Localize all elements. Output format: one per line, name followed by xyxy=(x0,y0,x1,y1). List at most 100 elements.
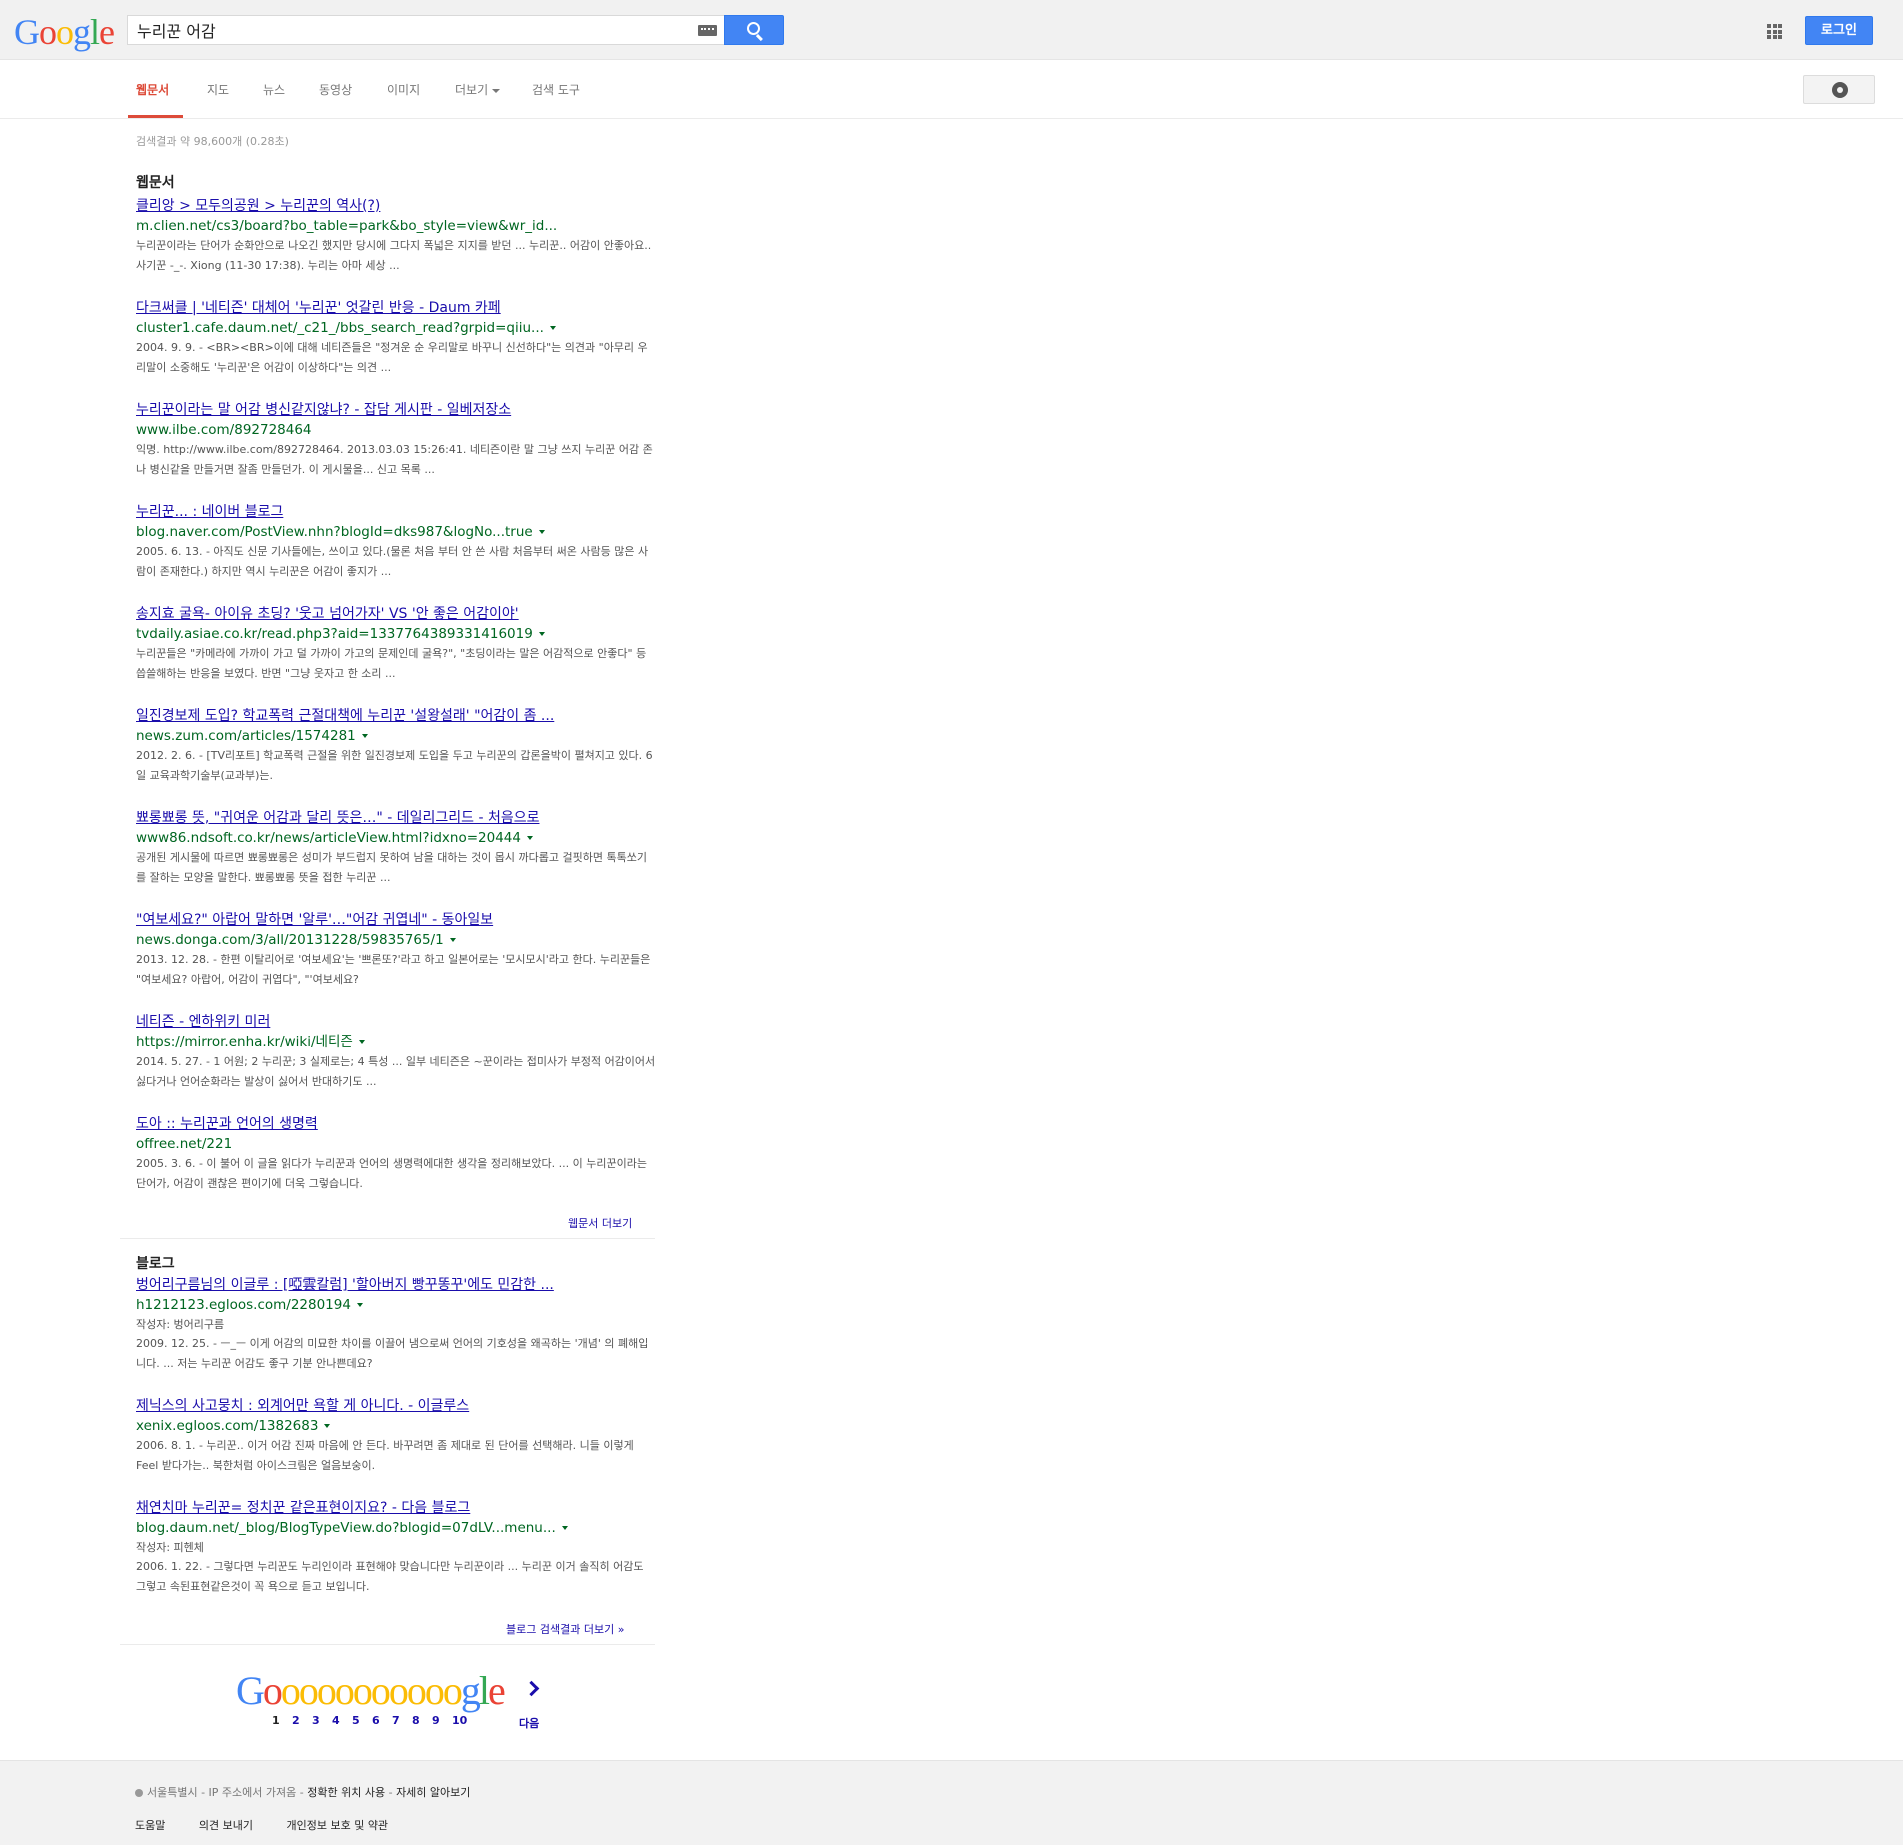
result-title-link[interactable]: 벙어리구름님의 이글루 : [啞雲칼럼] '할아버지 빵꾸똥꾸'에도 민감한 .… xyxy=(136,1275,656,1295)
tab-web[interactable]: 웹문서 xyxy=(136,81,169,98)
result-title-link[interactable]: 누리꾼이라는 말 어감 병신같지않냐? - 잡담 게시판 - 일베저장소 xyxy=(136,400,656,420)
tab-more[interactable]: 더보기 xyxy=(455,81,501,98)
caret-down-icon[interactable] xyxy=(361,734,368,738)
result-title-link[interactable]: 클리앙 > 모두의공원 > 누리꾼의 역사(?) xyxy=(136,196,656,216)
caret-down-icon xyxy=(492,88,501,93)
pagination-logo-letter: o xyxy=(388,1668,409,1713)
more-blog-link[interactable]: 블로그 검색결과 더보기 » xyxy=(506,1621,624,1637)
result-url: www86.ndsoft.co.kr/news/articleView.html… xyxy=(136,828,656,848)
caret-down-icon[interactable] xyxy=(549,326,556,330)
result-title-link[interactable]: 채연치마 누리꾼= 정치꾼 같은표현이지요? - 다음 블로그 xyxy=(136,1498,656,1518)
caret-down-icon[interactable] xyxy=(358,1040,365,1044)
google-logo[interactable]: Google xyxy=(14,12,115,52)
page-number-link[interactable]: 3 xyxy=(312,1714,332,1727)
footer-link-privacy[interactable]: 개인정보 보호 및 약관 xyxy=(286,1819,388,1832)
page-number-link[interactable]: 8 xyxy=(412,1714,432,1727)
result-stats: 검색결과 약 98,600개 (0.28초) xyxy=(136,135,289,148)
page-number-link[interactable]: 6 xyxy=(372,1714,392,1727)
result-url: offree.net/221 xyxy=(136,1134,656,1154)
result-snippet: 공개된 게시물에 따르면 뾰롱뾰롱은 성미가 부드럽지 못하여 남을 대하는 것… xyxy=(136,851,647,884)
result-title-link[interactable]: 네티즌 - 엔하위키 미러 xyxy=(136,1012,656,1032)
pagination-logo-letter: o xyxy=(262,1668,283,1713)
result-snippet: 2013. 12. 28. - 한편 이탈리어로 '여보세요'는 '쁘론또?'라… xyxy=(136,953,651,986)
page-number-link[interactable]: 5 xyxy=(352,1714,372,1727)
precise-location-link[interactable]: 정확한 위치 사용 xyxy=(307,1786,385,1799)
caret-down-icon[interactable] xyxy=(356,1303,363,1307)
caret-down-icon[interactable] xyxy=(561,1526,568,1530)
pagination-logo: Gooooooooooogle xyxy=(236,1667,506,1715)
result-title-link[interactable]: 송지효 굴욕- 아이유 초딩? '웃고 넘어가자' VS '안 좋은 어감이야' xyxy=(136,604,656,624)
result-url: news.zum.com/articles/1574281 xyxy=(136,726,656,746)
page-number-link[interactable]: 2 xyxy=(292,1714,312,1727)
result-url-text: tvdaily.asiae.co.kr/read.php3?aid=133776… xyxy=(136,626,533,642)
keyboard-icon[interactable] xyxy=(698,25,717,36)
tab-videos[interactable]: 동영상 xyxy=(319,81,352,98)
result-url-text: news.zum.com/articles/1574281 xyxy=(136,728,356,744)
result-snippet: 2005. 6. 13. - 아직도 신문 기사들에는, 쓰이고 있다.(물론 … xyxy=(136,545,649,578)
result-author: 작성자: 벙어리구름 xyxy=(136,1318,225,1331)
search-result: 누리꾼... : 네이버 블로그 blog.naver.com/PostView.… xyxy=(136,502,656,581)
section-title-blog: 블로그 xyxy=(136,1256,175,1272)
settings-button[interactable] xyxy=(1803,75,1875,104)
footer-link-help[interactable]: 도움말 xyxy=(135,1819,165,1832)
next-page-link[interactable]: 다음 xyxy=(519,1715,539,1731)
result-snippet: 2005. 3. 6. - 이 불어 이 글을 읽다가 누리꾼과 언어의 생명력… xyxy=(136,1157,647,1190)
pagination-logo-letter: o xyxy=(442,1668,463,1713)
search-box[interactable] xyxy=(127,15,725,45)
tab-more-label: 더보기 xyxy=(455,83,489,97)
result-title-link[interactable]: "여보세요?" 아랍어 말하면 '알루'…"어감 귀엽네" - 동아일보 xyxy=(136,910,656,930)
search-result: 벙어리구름님의 이글루 : [啞雲칼럼] '할아버지 빵꾸똥꾸'에도 민감한 .… xyxy=(136,1275,656,1373)
tab-images[interactable]: 이미지 xyxy=(387,81,420,98)
result-snippet: 2004. 9. 9. - <BR><BR>이에 대해 네티즌들은 "정겨운 순… xyxy=(136,341,648,374)
caret-down-icon[interactable] xyxy=(449,938,456,942)
result-title-link[interactable]: 뾰롱뾰롱 뜻, "귀여운 어감과 달리 뜻은…" - 데일리그리드 - 처음으로 xyxy=(136,808,656,828)
apps-grid-icon[interactable] xyxy=(1767,24,1782,39)
caret-down-icon[interactable] xyxy=(324,1424,331,1428)
page-number-link[interactable]: 4 xyxy=(332,1714,352,1727)
location-info: 서울특별시 - IP 주소에서 가져옴 - 정확한 위치 사용 - 자세히 알아… xyxy=(135,1784,470,1800)
caret-down-icon[interactable] xyxy=(538,632,545,636)
logo-letter: g xyxy=(73,12,91,52)
pagination-logo-letter: o xyxy=(334,1668,355,1713)
page-number-link[interactable]: 7 xyxy=(392,1714,412,1727)
search-input[interactable] xyxy=(128,16,688,44)
result-url: tvdaily.asiae.co.kr/read.php3?aid=133776… xyxy=(136,624,656,644)
search-result: 클리앙 > 모두의공원 > 누리꾼의 역사(?) m.clien.net/cs3/… xyxy=(136,196,656,275)
search-result: 네티즌 - 엔하위키 미러 https://mirror.enha.kr/wiki… xyxy=(136,1012,656,1091)
pagination-logo-letter: o xyxy=(406,1668,427,1713)
footer-link-feedback[interactable]: 의견 보내기 xyxy=(199,1819,253,1832)
result-title-link[interactable]: 다크써클 | '네티즌' 대체어 '누리꾼' 엇갈린 반응 - Daum 카페 xyxy=(136,298,656,318)
search-tabs: 웹문서 지도 뉴스 동영상 이미지 더보기 검색 도구 xyxy=(0,61,1903,119)
caret-down-icon[interactable] xyxy=(526,836,533,840)
search-result: 일진경보제 도입? 학교폭력 근절대책에 누리꾼 '설왕설래' "어감이 좀 .… xyxy=(136,706,656,785)
search-icon xyxy=(747,22,760,35)
more-web-link[interactable]: 웹문서 더보기 xyxy=(568,1215,632,1231)
pagination-logo-letter: o xyxy=(280,1668,301,1713)
tab-maps[interactable]: 지도 xyxy=(207,81,229,98)
page-number-link[interactable]: 9 xyxy=(432,1714,452,1727)
result-title-link[interactable]: 도아 :: 누리꾼과 언어의 생명력 xyxy=(136,1114,656,1134)
login-button[interactable]: 로그인 xyxy=(1805,16,1873,45)
page-number-link[interactable]: 10 xyxy=(452,1714,472,1727)
result-url: xenix.egloos.com/1382683 xyxy=(136,1416,656,1436)
result-title-link[interactable]: 누리꾼... : 네이버 블로그 xyxy=(136,502,656,522)
search-button[interactable] xyxy=(724,15,784,45)
result-snippet: 익명. http://www.ilbe.com/892728464. 2013.… xyxy=(136,443,653,476)
tab-search-tools[interactable]: 검색 도구 xyxy=(532,81,580,98)
result-title-link[interactable]: 제닉스의 사고뭉치 : 외계어만 욕할 게 아니다. - 이글루스 xyxy=(136,1396,656,1416)
search-result: 도아 :: 누리꾼과 언어의 생명력 offree.net/2212005. 3.… xyxy=(136,1114,656,1193)
pagination-logo-letter: o xyxy=(298,1668,319,1713)
search-result: 다크써클 | '네티즌' 대체어 '누리꾼' 엇갈린 반응 - Daum 카페 c… xyxy=(136,298,656,377)
learn-more-link[interactable]: 자세히 알아보기 xyxy=(396,1786,470,1799)
logo-letter: o xyxy=(39,12,57,52)
search-result: 뾰롱뾰롱 뜻, "귀여운 어감과 달리 뜻은…" - 데일리그리드 - 처음으로… xyxy=(136,808,656,887)
caret-down-icon[interactable] xyxy=(538,530,545,534)
pagination-logo-letter: e xyxy=(488,1668,506,1713)
result-snippet: 2006. 8. 1. - 누리꾼.. 이거 어감 진짜 마음에 안 든다. 바… xyxy=(136,1439,634,1472)
result-url: blog.naver.com/PostView.nhn?blogId=dks98… xyxy=(136,522,656,542)
logo-letter: o xyxy=(56,12,74,52)
result-title-link[interactable]: 일진경보제 도입? 학교폭력 근절대책에 누리꾼 '설왕설래' "어감이 좀 .… xyxy=(136,706,656,726)
chevron-right-icon[interactable] xyxy=(523,1680,540,1697)
tab-news[interactable]: 뉴스 xyxy=(263,81,285,98)
top-header: Google 로그인 xyxy=(0,0,1903,60)
